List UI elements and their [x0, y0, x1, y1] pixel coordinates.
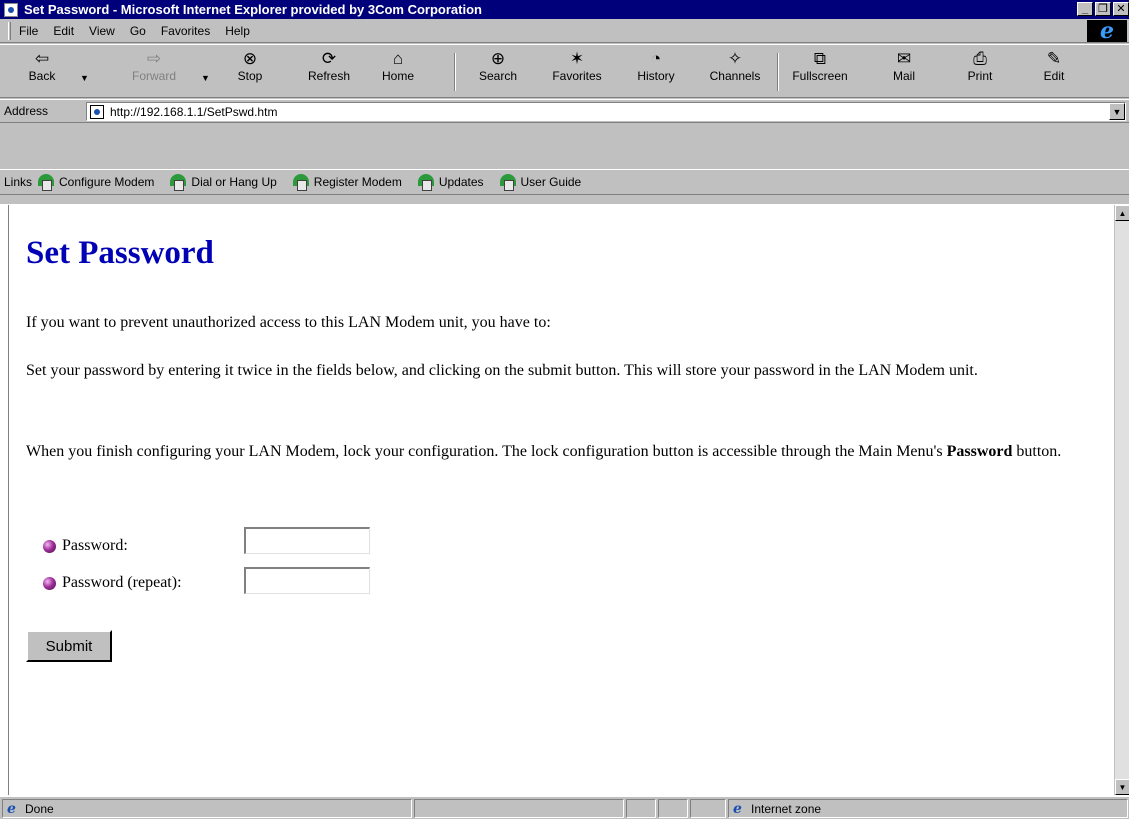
- link-dial-or-hang-up[interactable]: Dial or Hang Up: [170, 174, 277, 191]
- address-bar: Address http://192.168.1.1/SetPswd.htm ▼: [0, 99, 1129, 123]
- favorites-icon: ✶: [569, 49, 585, 68]
- forward-arrow-icon: ⇨: [146, 49, 162, 68]
- intro-text: If you want to prevent unauthorized acce…: [26, 314, 551, 331]
- stop-button[interactable]: ⊗ Stop: [228, 49, 272, 83]
- scroll-down-icon[interactable]: ▼: [1115, 779, 1129, 795]
- menu-grip[interactable]: [8, 21, 11, 40]
- status-panel-progress: [414, 799, 624, 818]
- menu-edit[interactable]: Edit: [53, 24, 74, 38]
- status-text: Done: [25, 801, 54, 816]
- password-row: Password:: [43, 537, 128, 555]
- zone-text: Internet zone: [751, 801, 822, 816]
- status-panel-small: [690, 799, 726, 818]
- print-icon: ⎙: [973, 49, 987, 68]
- password-label: Password:: [62, 537, 128, 554]
- address-label: Address: [4, 104, 49, 118]
- menu-bar: File Edit View Go Favorites Help e: [0, 19, 1129, 43]
- browser-chrome: File Edit View Go Favorites Help e ⇦ Bac…: [0, 19, 1129, 204]
- page-icon: [90, 104, 104, 119]
- menu-view[interactable]: View: [89, 24, 115, 38]
- back-button[interactable]: ⇦ Back: [20, 49, 64, 83]
- link-icon: [292, 174, 311, 191]
- back-dropdown-icon[interactable]: ▼: [80, 73, 89, 83]
- mail-button[interactable]: ✉ Mail: [884, 49, 924, 83]
- internet-zone-icon: e: [733, 800, 742, 817]
- links-label: Links: [4, 175, 33, 189]
- forward-button[interactable]: ⇨ Forward: [128, 49, 180, 83]
- forward-dropdown-icon[interactable]: ▼: [201, 73, 210, 83]
- link-icon: [499, 174, 518, 191]
- mail-icon: ✉: [896, 49, 912, 68]
- password-repeat-label: Password (repeat):: [62, 574, 182, 591]
- standard-toolbar: ⇦ Back ▼ ⇨ Forward ▼ ⊗ Stop ⟳ Refresh ⌂ …: [0, 44, 1129, 98]
- fullscreen-button[interactable]: ⧉ Fullscreen: [786, 49, 854, 83]
- history-icon: ◔: [650, 49, 662, 68]
- refresh-button[interactable]: ⟳ Refresh: [303, 49, 355, 83]
- password-repeat-field[interactable]: [244, 567, 370, 594]
- title-bar: Set Password - Microsoft Internet Explor…: [0, 0, 1129, 19]
- address-input[interactable]: http://192.168.1.1/SetPswd.htm ▼: [86, 102, 1126, 121]
- link-configure-modem[interactable]: Configure Modem: [38, 174, 154, 191]
- fullscreen-icon: ⧉: [813, 49, 827, 68]
- page-icon: [4, 2, 18, 17]
- ie-logo-icon: e: [1087, 20, 1127, 42]
- status-zone-panel: e Internet zone: [728, 799, 1128, 818]
- favorites-button[interactable]: ✶ Favorites: [546, 49, 608, 83]
- status-panel-small: [658, 799, 688, 818]
- window-controls: _ ❐ ✕: [1077, 2, 1129, 16]
- bullet-icon: [43, 576, 56, 590]
- window-title: Set Password - Microsoft Internet Explor…: [24, 2, 482, 17]
- link-icon: [170, 174, 188, 191]
- page-content: Set Password If you want to prevent unau…: [8, 205, 1114, 795]
- password-field[interactable]: [244, 527, 370, 554]
- menu-file[interactable]: File: [19, 24, 38, 38]
- link-user-guide[interactable]: User Guide: [499, 174, 581, 191]
- password-repeat-row: Password (repeat):: [43, 574, 182, 592]
- minimize-button[interactable]: _: [1077, 2, 1093, 16]
- address-dropdown-icon[interactable]: ▼: [1109, 103, 1125, 120]
- print-button[interactable]: ⎙ Print: [960, 49, 1000, 83]
- close-button[interactable]: ✕: [1113, 2, 1129, 16]
- menu-favorites[interactable]: Favorites: [161, 24, 210, 38]
- toolbar-separator: [777, 53, 779, 91]
- refresh-icon: ⟳: [321, 49, 337, 68]
- link-icon: [38, 174, 56, 191]
- maximize-button[interactable]: ❐: [1095, 2, 1111, 16]
- home-button[interactable]: ⌂ Home: [376, 49, 420, 83]
- bullet-icon: [43, 539, 56, 553]
- menu-help[interactable]: Help: [225, 24, 250, 38]
- channels-icon: ✧: [727, 49, 743, 68]
- lock-instructions-text: When you finish configuring your LAN Mod…: [26, 443, 1062, 460]
- menu-go[interactable]: Go: [130, 24, 146, 38]
- search-icon: ⊕: [490, 49, 506, 68]
- status-panel: e Done: [2, 799, 412, 818]
- home-icon: ⌂: [392, 49, 404, 68]
- instructions-text: Set your password by entering it twice i…: [26, 362, 978, 379]
- status-panel-small: [626, 799, 656, 818]
- status-bar: e Done e Internet zone: [0, 796, 1129, 819]
- scroll-up-icon[interactable]: ▲: [1115, 205, 1129, 221]
- toolbar-separator: [454, 53, 456, 91]
- ie-status-icon: e: [7, 800, 16, 817]
- address-url: http://192.168.1.1/SetPswd.htm: [110, 104, 278, 119]
- channels-button[interactable]: ✧ Channels: [703, 49, 767, 83]
- edit-icon: ✎: [1046, 49, 1062, 68]
- links-bar: Links Configure Modem Dial or Hang Up Re…: [0, 169, 1129, 195]
- vertical-scrollbar[interactable]: ▲ ▼: [1114, 205, 1129, 795]
- page-title: Set Password: [26, 235, 214, 271]
- edit-button[interactable]: ✎ Edit: [1034, 49, 1074, 83]
- link-updates[interactable]: Updates: [417, 174, 484, 191]
- link-icon: [417, 174, 436, 191]
- history-button[interactable]: ◔ History: [631, 49, 681, 83]
- submit-button[interactable]: Submit: [26, 630, 112, 662]
- stop-icon: ⊗: [242, 49, 258, 68]
- link-register-modem[interactable]: Register Modem: [292, 174, 402, 191]
- back-arrow-icon: ⇦: [34, 49, 50, 68]
- search-button[interactable]: ⊕ Search: [473, 49, 523, 83]
